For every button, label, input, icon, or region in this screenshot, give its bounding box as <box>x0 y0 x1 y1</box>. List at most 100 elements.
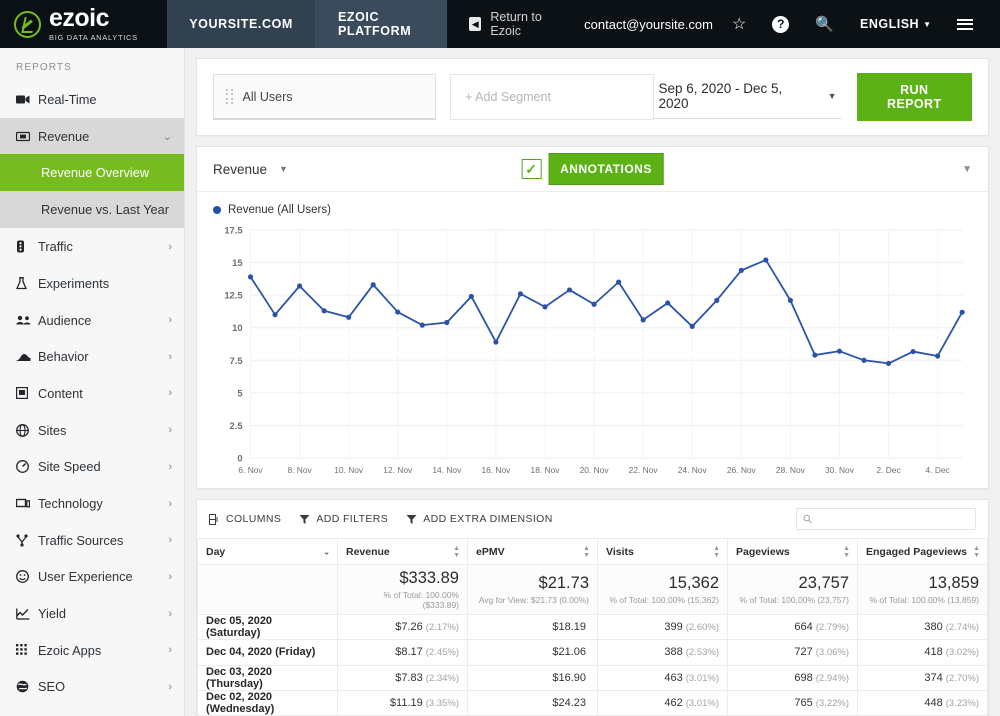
table-row[interactable]: Dec 03, 2020 (Thursday) $7.83 (2.34%) $16.9… <box>197 664 988 691</box>
cell-day: Dec 04, 2020 (Friday) <box>197 639 338 666</box>
sidebar-item-label: Yield <box>38 606 66 622</box>
filter-icon <box>406 514 417 524</box>
sidebar-item-user-experience[interactable]: User Experience › <box>0 559 184 596</box>
top-right-actions: contact@yoursite.com ☆ ? 🔍 ENGLISH ▼ <box>584 0 1000 48</box>
return-to-ezoic-link[interactable]: ◀ Return to Ezoic <box>447 0 584 48</box>
language-selector[interactable]: ENGLISH ▼ <box>847 17 944 31</box>
devices-icon <box>16 498 38 509</box>
chevron-down-icon[interactable]: ▼ <box>962 164 972 175</box>
table-row[interactable]: Dec 05, 2020 (Saturday) $7.26 (2.17%) $18.1… <box>197 613 988 641</box>
ezoic-logo-icon <box>14 10 41 38</box>
sidebar-item-label: Sites <box>38 422 67 438</box>
column-header-revenue[interactable]: Revenue ▲ ▼ <box>337 538 468 565</box>
ezoic-logo[interactable]: ezoic BIG DATA ANALYTICS <box>0 0 168 48</box>
svg-text:12. Nov: 12. Nov <box>383 465 413 475</box>
cell-engaged: 374 (2.70%) <box>857 664 988 691</box>
chevron-icon: › <box>168 570 172 583</box>
metric-selector[interactable]: Revenue ▼ <box>213 162 288 177</box>
add-segment-button[interactable]: + Add Segment <box>450 74 655 120</box>
cell-pageviews: 727 (3.06%) <box>727 639 858 666</box>
table-search-input[interactable] <box>817 513 969 525</box>
sidebar-item-revenue[interactable]: Revenue ⌄ <box>0 117 184 155</box>
column-header-visits[interactable]: Visits ▲ ▼ <box>597 538 728 565</box>
sidebar-item-real-time[interactable]: Real-Time <box>0 81 184 118</box>
svg-text:0: 0 <box>237 453 242 464</box>
sidebar-item-sites[interactable]: Sites › <box>0 412 184 449</box>
annotations-checkbox[interactable]: ✓ <box>521 159 542 179</box>
columns-label: COLUMNS <box>226 513 282 525</box>
add-filters-button[interactable]: ADD FILTERS <box>299 513 388 525</box>
cell-value: $16.90 <box>552 671 586 684</box>
main-content: All Users + Add Segment Sep 6, 2020 - De… <box>185 48 1000 716</box>
chevron-icon: › <box>168 680 172 693</box>
run-report-button[interactable]: RUN REPORT <box>856 73 972 121</box>
cell-value: $7.83 <box>395 671 423 684</box>
svg-text:16. Nov: 16. Nov <box>481 465 511 475</box>
sidebar-subitem-revenue-overview[interactable]: Revenue Overview <box>0 154 184 192</box>
sidebar-item-traffic[interactable]: Traffic › <box>0 228 184 265</box>
table-row[interactable]: Dec 04, 2020 (Friday) $8.17 (2.45%) $21.06 3… <box>197 639 988 666</box>
column-header-pageviews[interactable]: Pageviews ▲ ▼ <box>727 538 858 565</box>
svg-text:10. Nov: 10. Nov <box>334 465 364 475</box>
hamburger-menu-icon[interactable] <box>944 18 986 30</box>
totals-cell: 15,362 % of Total: 100.00% (15,362) <box>597 564 728 615</box>
search-icon[interactable]: 🔍 <box>802 15 847 33</box>
sidebar-item-experiments[interactable]: Experiments <box>0 265 184 302</box>
svg-text:2. Dec: 2. Dec <box>876 465 900 475</box>
sidebar-subitem-revenue-vs-last-year[interactable]: Revenue vs. Last Year <box>0 191 184 229</box>
totals-subtext: % of Total: 100.00% (13,859) <box>869 595 979 606</box>
table-header: Day ⌄ Revenue ▲ ▼ ePMV ▲ ▼ Visits ▲ ▼ Pageviews ▲ ▼ En… <box>197 538 988 565</box>
chevron-icon: › <box>168 387 172 400</box>
sidebar-item-label: Traffic Sources <box>38 532 124 548</box>
cell-visits: 463 (3.01%) <box>597 664 728 691</box>
cell-percent: (2.94%) <box>815 672 849 684</box>
sort-icon: ▲ ▼ <box>843 544 850 559</box>
filter-icon <box>299 514 310 524</box>
sidebar-item-ezoic-apps[interactable]: Ezoic Apps › <box>0 632 184 669</box>
segment-all-users[interactable]: All Users <box>213 74 437 120</box>
column-header-epmv[interactable]: ePMV ▲ ▼ <box>467 538 598 565</box>
svg-text:20. Nov: 20. Nov <box>580 465 610 475</box>
sidebar: REPORTS Real-Time Revenue ⌄ Revenue Overvie… <box>0 48 185 716</box>
revenue-chart-panel: Revenue ▼ ✓ ANNOTATIONS ▼ Revenue (All U… <box>196 146 989 489</box>
sidebar-item-yield[interactable]: Yield › <box>0 595 184 632</box>
column-header-day[interactable]: Day ⌄ <box>197 538 338 565</box>
totals-cell: $21.73 Avg for View: $21.73 (0.00%) <box>467 564 598 615</box>
return-label: Return to Ezoic <box>490 10 542 38</box>
add-extra-dimension-button[interactable]: ADD EXTRA DIMENSION <box>406 513 553 525</box>
tab-yoursite[interactable]: YOURSITE.COM <box>167 0 316 48</box>
date-range-picker[interactable]: Sep 6, 2020 - Dec 5, 2020 ▼ <box>654 75 841 119</box>
table-search-box[interactable] <box>796 508 976 530</box>
column-header-engaged-pageviews[interactable]: Engaged Pageviews ▲ ▼ <box>857 538 988 565</box>
account-email[interactable]: contact@yoursite.com <box>584 17 719 32</box>
cell-value: $11.19 <box>389 697 423 710</box>
sidebar-item-behavior[interactable]: Behavior › <box>0 338 184 375</box>
columns-button[interactable]: COLUMNS <box>209 513 281 525</box>
sidebar-item-traffic-sources[interactable]: Traffic Sources › <box>0 522 184 559</box>
sidebar-item-content[interactable]: Content › <box>0 375 184 412</box>
annotations-button[interactable]: ANNOTATIONS <box>548 153 664 185</box>
top-navigation-bar: ezoic BIG DATA ANALYTICS YOURSITE.COM EZ… <box>0 0 1000 48</box>
sort-icon: ▲ ▼ <box>583 544 590 559</box>
sidebar-item-technology[interactable]: Technology › <box>0 485 184 522</box>
sidebar-item-audience[interactable]: Audience › <box>0 302 184 339</box>
cell-value: 388 <box>664 646 683 659</box>
date-range-value: Sep 6, 2020 - Dec 5, 2020 <box>658 81 783 111</box>
star-icon[interactable]: ☆ <box>719 14 759 34</box>
cell-percent: (3.23%) <box>945 698 979 710</box>
column-header-label: Engaged Pageviews <box>866 545 967 558</box>
cell-value: $7.26 <box>395 621 423 634</box>
tab-ezoic-platform[interactable]: EZOIC PLATFORM <box>315 0 447 48</box>
chevron-icon: › <box>168 350 172 363</box>
column-header-label: Day <box>206 545 226 558</box>
sidebar-item-site-speed[interactable]: Site Speed › <box>0 449 184 486</box>
day-label: Dec 02, 2020 (Wednesday) <box>206 691 275 716</box>
svg-text:24. Nov: 24. Nov <box>678 465 708 475</box>
help-icon[interactable]: ? <box>759 15 802 33</box>
sidebar-item-label: SEO <box>38 679 66 695</box>
table-row[interactable]: Dec 02, 2020 (Wednesday) $11.19 (3.35%) $24… <box>197 689 988 716</box>
svg-text:2.5: 2.5 <box>230 421 243 432</box>
sidebar-item-seo[interactable]: SEO › <box>0 669 184 706</box>
logo-tagline: BIG DATA ANALYTICS <box>49 33 138 43</box>
cell-epmv: $24.23 <box>467 689 598 716</box>
